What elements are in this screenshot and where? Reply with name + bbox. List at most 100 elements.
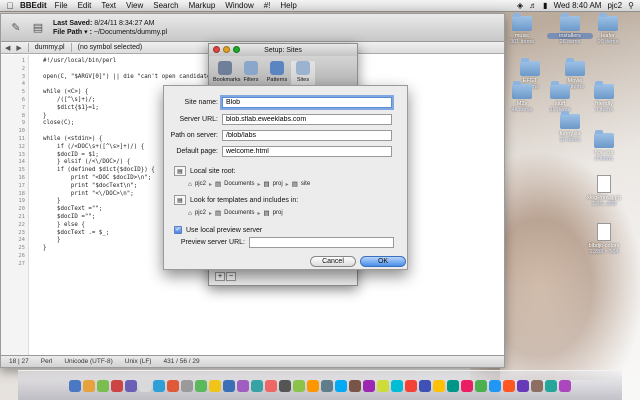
dock-app-icon[interactable] [391,379,403,392]
dock-app-icon[interactable] [377,379,389,392]
tab-filters[interactable]: Filters [239,61,263,85]
local-root-chooser[interactable]: ▤ Local site root: [174,166,236,176]
file-path: ~/Documents/dummy.pl [93,28,168,36]
dock-app-icon[interactable] [69,379,81,392]
encoding-selector[interactable]: Unicode (UTF-8) [64,358,112,365]
pencil-icon[interactable]: ✎ [9,21,23,35]
menu-text[interactable]: Text [101,1,116,10]
dock-app-icon[interactable] [307,379,319,392]
default-page-input[interactable] [222,146,392,157]
back-arrow-icon[interactable]: ◀ [5,44,10,52]
site-name-input[interactable] [222,97,392,108]
dock-app-icon[interactable] [531,379,543,392]
desktop-icon[interactable]: xlogPrim.g.pg 1,66...208 [581,175,627,207]
dock-app-icon[interactable] [363,379,375,392]
menu-file[interactable]: File [55,1,68,10]
spotlight-icon[interactable]: ⚲ [628,1,634,10]
close-button[interactable] [213,46,220,53]
volume-icon[interactable]: ♬ [529,1,537,10]
file-path-label[interactable]: File Path ▾ : [53,29,92,36]
user-menu[interactable]: pjc2 [607,1,622,10]
dock-app-icon[interactable] [167,379,179,392]
dock-app-icon[interactable] [461,379,473,392]
tab-bookmarks[interactable]: Bookmarks [213,61,241,85]
menu-edit[interactable]: Edit [78,1,92,10]
preview-url-label: Preview server URL: [180,239,245,246]
dock-app-icon[interactable] [195,379,207,392]
line-number: 7 [21,104,25,111]
dock-app-icon[interactable] [433,379,445,392]
dock-app-icon[interactable] [293,379,305,392]
menu-scripts[interactable]: #! [264,1,271,10]
app-menu[interactable]: BBEdit [20,1,47,10]
document-icon[interactable]: ▤ [31,21,45,35]
path-input[interactable] [222,130,392,141]
desktop-icon[interactable]: music 301 items [499,13,545,45]
dock-app-icon[interactable] [237,379,249,392]
chevron-right-icon: ▸ [285,181,289,188]
tab-patterns[interactable]: Patterns [265,61,289,85]
preview-url-input[interactable] [249,237,394,248]
desktop-icon[interactable]: friendly 3 items [581,81,627,113]
language-selector[interactable]: Perl [41,358,53,365]
menu-window[interactable]: Window [225,1,253,10]
desktop-icon[interactable]: leafer 99 items [585,13,631,45]
dock-app-icon[interactable] [321,379,333,392]
cancel-button[interactable]: Cancel [310,256,356,267]
apple-menu-icon[interactable]:  [0,1,20,11]
dock-app-icon[interactable] [419,379,431,392]
dock-app-icon[interactable] [447,379,459,392]
dock-app-icon[interactable] [97,379,109,392]
dock-app-icon[interactable] [503,379,515,392]
file-tab[interactable]: dummy.pl [35,44,65,51]
dock-app-icon[interactable] [83,379,95,392]
tab-sites[interactable]: Sites [291,61,315,85]
clock[interactable]: Wed 8:40 AM [554,1,602,10]
dock-app-icon[interactable] [153,379,165,392]
add-site-button[interactable]: + [215,272,225,281]
setup-titlebar: Setup: Sites [209,44,357,56]
dock-app-icon[interactable] [125,379,137,392]
dock-app-icon[interactable] [489,379,501,392]
use-preview-checkbox[interactable]: ✓ [174,226,182,234]
ok-button[interactable]: OK [360,256,406,267]
dock-app-icon[interactable] [139,379,151,392]
forward-arrow-icon[interactable]: ▶ [16,44,21,52]
desktop-icon[interactable]: hot-ena 0 items [581,130,627,162]
dock-app-icon[interactable] [265,379,277,392]
dock-app-icon[interactable] [279,379,291,392]
dock-app-icon[interactable] [251,379,263,392]
line-endings-selector[interactable]: Unix (LF) [125,358,152,365]
dock-app-icon[interactable] [559,379,571,392]
menu-markup[interactable]: Markup [189,1,216,10]
dock-app-icon[interactable] [349,379,361,392]
use-preview-row[interactable]: ✓ Use local preview server [174,226,262,234]
minimize-button[interactable] [223,46,230,53]
dock-app-icon[interactable] [475,379,487,392]
battery-icon[interactable]: ▮ [543,1,547,10]
dock-app-icon[interactable] [405,379,417,392]
local-root-path: ⌂ pjc2 ▸ ▤ Documents ▸ ▤ proj ▸ ▤ site [188,180,310,189]
menu-help[interactable]: Help [280,1,296,10]
desktop-icon[interactable]: blbdjit-colors 1,289 × 564 [581,223,627,255]
dock-app-icon[interactable] [545,379,557,392]
wifi-icon[interactable]: ◈ [517,1,523,10]
menu-view[interactable]: View [126,1,143,10]
server-url-input[interactable] [222,114,392,125]
remove-site-button[interactable]: − [226,272,236,281]
zoom-button[interactable] [233,46,240,53]
templates-chooser[interactable]: ▤ Look for templates and includes in: [174,195,298,205]
menu-search[interactable]: Search [153,1,178,10]
dock-app-icon[interactable] [181,379,193,392]
dock-app-icon[interactable] [209,379,221,392]
dock-app-icon[interactable] [517,379,529,392]
dock-app-icon[interactable] [335,379,347,392]
bookmarks-icon [218,61,232,75]
dock-app-icon[interactable] [223,379,235,392]
dock-app-icon[interactable] [111,379,123,392]
symbol-selector[interactable]: (no symbol selected) [78,44,143,51]
desktop-icon[interactable]: stuff 19 items [537,81,583,113]
folder-icon [594,130,614,148]
folder-icon: ▤ [214,210,222,217]
line-number: 1 [21,58,25,64]
